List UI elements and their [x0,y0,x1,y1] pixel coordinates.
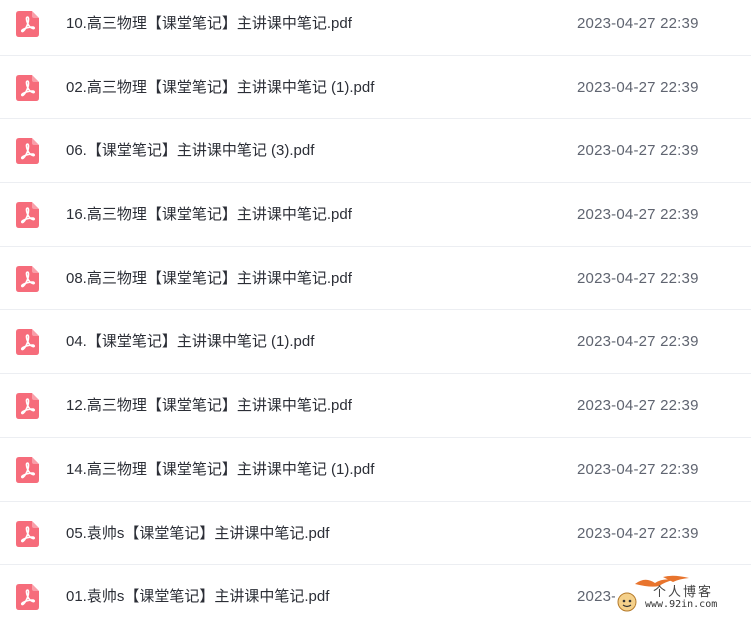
pdf-file-icon [16,11,39,37]
file-name[interactable]: 10.高三物理【课堂笔记】主讲课中笔记.pdf [66,0,352,55]
file-name[interactable]: 14.高三物理【课堂笔记】主讲课中笔记 (1).pdf [66,438,374,501]
pdf-file-icon [16,520,39,547]
file-row[interactable]: 10.高三物理【课堂笔记】主讲课中笔记.pdf 2023-04-27 22:39 [0,0,751,56]
file-name[interactable]: 01.袁帅s【课堂笔记】主讲课中笔记.pdf [66,565,329,628]
file-name[interactable]: 08.高三物理【课堂笔记】主讲课中笔记.pdf [66,247,352,310]
file-date: 2023-04-27 22:39 [577,78,699,96]
file-name[interactable]: 02.高三物理【课堂笔记】主讲课中笔记 (1).pdf [66,56,374,119]
file-date: 2023-04-27 22:39 [577,333,699,351]
file-row[interactable]: 16.高三物理【课堂笔记】主讲课中笔记.pdf 2023-04-27 22:39 [0,183,751,247]
file-date: 2023-04-27 22:39 [577,460,699,478]
watermark-title: 个人博客 [653,585,714,600]
file-date: 2023-04-27 22:39 [577,15,699,32]
file-row[interactable]: 06.【课堂笔记】主讲课中笔记 (3).pdf 2023-04-27 22:39 [0,119,751,184]
file-date: 2023-04-27 22:39 [577,206,699,224]
pdf-file-icon [16,393,39,420]
file-name[interactable]: 16.高三物理【课堂笔记】主讲课中笔记.pdf [66,183,352,246]
pdf-file-icon [16,74,39,101]
file-name[interactable]: 05.袁帅s【课堂笔记】主讲课中笔记.pdf [66,502,329,565]
avatar-logo-icon [617,592,637,612]
file-row[interactable]: 12.高三物理【课堂笔记】主讲课中笔记.pdf 2023-04-27 22:39 [0,374,751,438]
watermark-url: www.92in.com [645,599,718,610]
pdf-file-icon [16,138,39,165]
file-list: 10.高三物理【课堂笔记】主讲课中笔记.pdf 2023-04-27 22:39… [0,0,751,629]
file-date: 2023-04-27 22:39 [577,397,699,415]
file-row[interactable]: 02.高三物理【课堂笔记】主讲课中笔记 (1).pdf 2023-04-27 2… [0,56,751,120]
pdf-file-icon [16,456,39,483]
file-date: 2023-04-27 22:39 [577,269,699,287]
file-name[interactable]: 06.【课堂笔记】主讲课中笔记 (3).pdf [66,119,314,182]
pdf-file-icon [16,329,39,356]
file-date: 2023-04-27 22:39 [577,142,699,160]
file-row[interactable]: 04.【课堂笔记】主讲课中笔记 (1).pdf 2023-04-27 22:39 [0,310,751,375]
file-date: 2023-04-27 22:39 [577,524,699,542]
file-name[interactable]: 12.高三物理【课堂笔记】主讲课中笔记.pdf [66,374,352,437]
file-date: 2023- [577,588,617,606]
file-name[interactable]: 04.【课堂笔记】主讲课中笔记 (1).pdf [66,310,314,373]
pdf-file-icon [16,265,39,292]
watermark: 个人博客 www.92in.com [615,575,743,616]
pdf-file-icon [16,584,39,611]
pdf-file-icon [16,202,39,229]
file-row[interactable]: 14.高三物理【课堂笔记】主讲课中笔记 (1).pdf 2023-04-27 2… [0,438,751,502]
file-row[interactable]: 08.高三物理【课堂笔记】主讲课中笔记.pdf 2023-04-27 22:39 [0,247,751,311]
file-row[interactable]: 05.袁帅s【课堂笔记】主讲课中笔记.pdf 2023-04-27 22:39 [0,502,751,566]
